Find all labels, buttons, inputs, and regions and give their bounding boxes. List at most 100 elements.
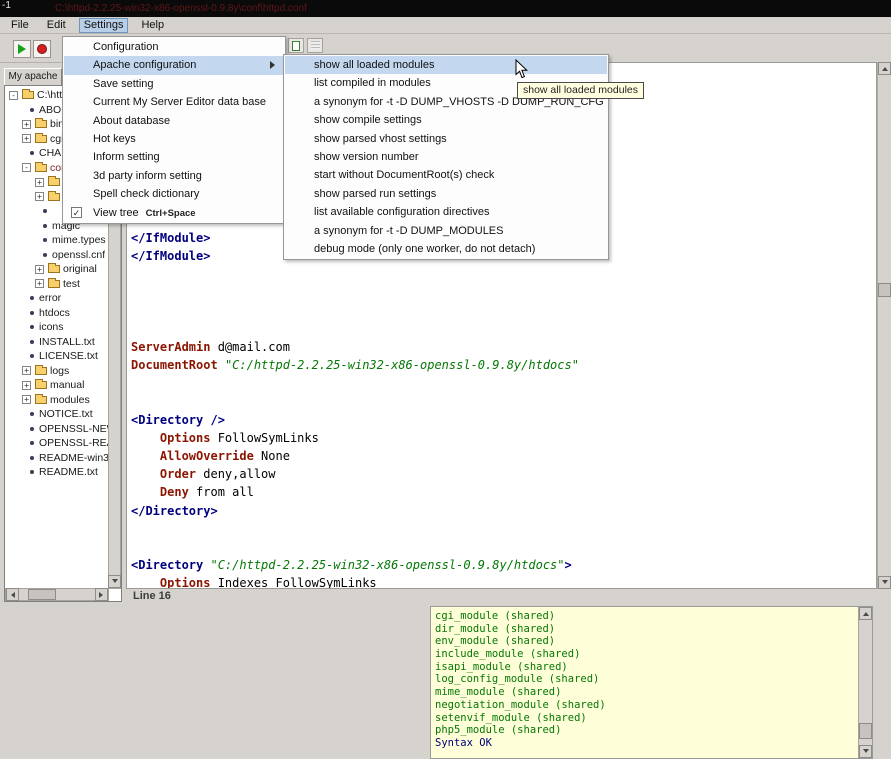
expand-icon[interactable]: + [35,192,44,201]
scroll-right-button[interactable] [95,588,108,601]
menu-item-about-database[interactable]: About database [64,112,284,130]
submenu-item-show-compile-settings[interactable]: show compile settings [285,111,607,129]
collapse-icon[interactable]: - [22,163,31,172]
file-icon [43,253,47,257]
tree-item-original[interactable]: +original [6,262,109,277]
expand-icon[interactable]: + [35,178,44,187]
code-segment: </IfModule> [131,231,210,245]
submenu-item-show-version-number[interactable]: show version number [285,148,607,166]
code-segment: Options [160,431,211,445]
editor-scroll-down-button[interactable] [878,576,891,589]
tree-horizontal-scrollbar[interactable] [5,588,109,601]
editor-scrollbar-thumb[interactable] [878,283,891,297]
output-vertical-scrollbar[interactable] [858,607,872,758]
tree-item-openssl-news-t[interactable]: OPENSSL-NEWS.t [6,422,109,437]
expand-icon[interactable]: + [22,395,31,404]
expand-icon[interactable]: + [22,134,31,143]
tree-item-readme-txt[interactable]: README.txt [6,465,109,480]
code-line [131,538,876,556]
tree-item-error[interactable]: error [6,291,109,306]
folder-icon [35,164,47,172]
code-segment: <Directory /> [131,413,225,427]
submenu-item-show-all-loaded-modules[interactable]: show all loaded modules [285,56,607,74]
triangle-left-icon [8,592,15,598]
triangle-up-icon [863,609,869,616]
code-segment: </Directory> [131,504,218,518]
menu-item-hot-keys[interactable]: Hot keys [64,130,284,148]
submenu-item-debug-mode-only-one-worker-do-not-detach[interactable]: debug mode (only one worker, do not deta… [285,240,607,258]
file-icon [30,296,34,300]
menu-item-save-setting[interactable]: Save setting [64,75,284,93]
tree-item-license-txt[interactable]: LICENSE.txt [6,349,109,364]
menu-item-label: list compiled in modules [314,77,431,89]
tab-my-apache[interactable]: My apache [4,68,62,85]
expand-icon[interactable]: + [22,381,31,390]
play-icon [18,44,31,54]
submenu-arrow-icon [270,61,279,69]
collapse-icon[interactable]: - [9,91,18,100]
tree-item-notice-txt[interactable]: NOTICE.txt [6,407,109,422]
folder-icon [35,367,47,375]
menu-item-3d-party-inform-setting[interactable]: 3d party inform setting [64,167,284,185]
menubar-settings[interactable]: Settings [79,18,129,33]
menu-item-label: debug mode (only one worker, do not deta… [314,243,535,255]
menu-item-current-my-server-editor-data-base[interactable]: Current My Server Editor data base [64,93,284,111]
editor-vertical-scrollbar[interactable] [877,62,891,589]
file-icon [30,325,34,329]
expand-icon[interactable]: + [35,279,44,288]
editor-scroll-up-button[interactable] [878,62,891,75]
code-segment: "C:/httpd-2.2.25-win32-x86-openssl-0.9.8… [210,558,564,572]
tree-item-install-txt[interactable]: INSTALL.txt [6,335,109,350]
submenu-item-list-available-configuration-directives[interactable]: list available configuration directives [285,203,607,221]
output-scroll-down-button[interactable] [859,745,872,758]
menu-item-spell-check-dictionary[interactable]: Spell check dictionary [64,185,284,203]
tree-item-test[interactable]: + test [6,277,109,292]
tree-item-openssl-cnf[interactable]: openssl.cnf [6,248,109,263]
output-scrollbar-thumb[interactable] [859,723,872,739]
menubar-help[interactable]: Help [136,18,169,33]
submenu-item-a-synonym-for-t-d-dump-modules[interactable]: a synonym for -t -D DUMP_MODULES [285,222,607,240]
output-console[interactable]: cgi_module (shared)dir_module (shared)en… [430,606,873,759]
tree-item-htdocs[interactable]: htdocs [6,306,109,321]
tree-item-label: test [63,278,80,290]
tree-item-openssl-readmi[interactable]: OPENSSL-READMI [6,436,109,451]
menu-item-configuration[interactable]: Configuration [64,38,284,56]
stop-button[interactable] [33,40,51,58]
code-line: <Directory /> [131,411,876,429]
window-title: C:\httpd-2.2.25-win32-x86-openssl-0.9.8y… [55,3,307,14]
tree-item-manual[interactable]: +manual [6,378,109,393]
checkbox-checked-icon: ✓ [71,207,82,218]
menu-item-inform-setting[interactable]: Inform setting [64,148,284,166]
tree-item-logs[interactable]: +logs [6,364,109,379]
submenu-item-show-parsed-run-settings[interactable]: show parsed run settings [285,185,607,203]
tree-item-mime-types[interactable]: mime.types [6,233,109,248]
submenu-item-show-parsed-vhost-settings[interactable]: show parsed vhost settings [285,130,607,148]
tree-item-readme-win32-t[interactable]: README-win32.t [6,451,109,466]
menu-item-label: show parsed vhost settings [314,133,447,145]
run-button[interactable] [13,40,31,58]
expand-icon[interactable]: + [22,120,31,129]
doc-button[interactable] [288,38,304,53]
menubar-edit[interactable]: Edit [42,18,71,33]
expand-icon[interactable]: + [22,366,31,375]
menu-item-apache-configuration[interactable]: Apache configuration [64,56,284,74]
tree-item-icons[interactable]: icons [6,320,109,335]
tree-item-modules[interactable]: + modules [6,393,109,408]
tree-item-label: error [39,292,61,304]
code-segment [131,467,160,481]
scrollbar-thumb[interactable] [28,589,56,600]
list-button[interactable] [307,38,323,53]
output-line: cgi_module (shared) [435,610,606,623]
menubar-file[interactable]: File [6,18,34,33]
menu-item-view-tree[interactable]: ✓View treeCtrl+Space [64,204,284,222]
menu-shortcut: Ctrl+Space [146,208,196,219]
code-line: </Directory> [131,502,876,520]
tree-item-label: modules [50,394,90,406]
expand-icon[interactable]: + [35,265,44,274]
code-segment: from all [189,485,254,499]
scroll-left-button[interactable] [6,588,19,601]
code-segment: DocumentRoot [131,358,218,372]
scroll-down-button[interactable] [108,575,121,588]
output-scroll-up-button[interactable] [859,607,872,620]
submenu-item-start-without-documentroot-s-check[interactable]: start without DocumentRoot(s) check [285,166,607,184]
